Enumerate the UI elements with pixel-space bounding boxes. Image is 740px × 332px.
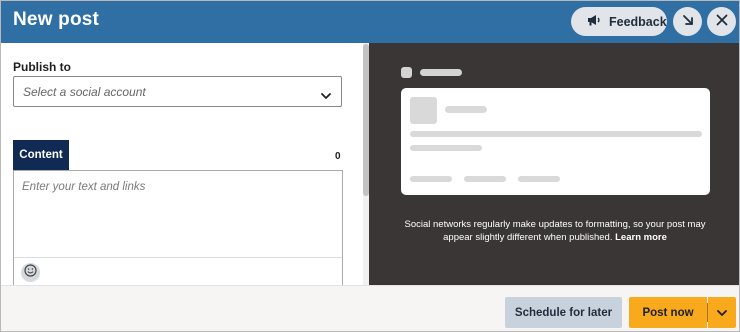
chevron-down-icon	[321, 87, 331, 105]
smiley-icon	[24, 263, 37, 282]
dialog-footer: Schedule for later Post now	[1, 285, 739, 331]
post-options-button[interactable]	[708, 297, 736, 328]
preview-card-line-placeholder	[410, 131, 702, 137]
social-account-select[interactable]: Select a social account	[13, 76, 342, 107]
content-placeholder: Enter your text and links	[22, 181, 146, 193]
arrow-down-right-icon	[682, 13, 694, 31]
preview-card-action-placeholder	[410, 176, 452, 182]
megaphone-icon	[587, 13, 601, 31]
new-post-dialog: New post Feedback Publish to Select a so…	[0, 0, 740, 332]
preview-card-action-placeholder	[518, 176, 560, 182]
feedback-button[interactable]: Feedback	[571, 7, 667, 36]
content-textarea[interactable]: Enter your text and links	[13, 170, 343, 290]
emoji-button[interactable]	[21, 263, 40, 282]
learn-more-link[interactable]: Learn more	[615, 232, 667, 243]
close-button[interactable]	[707, 7, 736, 36]
feedback-label: Feedback	[609, 14, 667, 29]
tab-content[interactable]: Content	[13, 140, 69, 170]
close-icon	[716, 13, 728, 31]
chevron-down-icon	[717, 304, 727, 322]
dialog-header: New post Feedback	[1, 1, 739, 43]
preview-disclaimer: Social networks regularly make updates t…	[399, 218, 711, 244]
preview-card-line-placeholder	[410, 145, 482, 151]
social-account-placeholder: Select a social account	[23, 85, 146, 99]
minimize-button[interactable]	[673, 7, 702, 36]
content-toolbar-divider	[14, 257, 342, 258]
compose-pane: Publish to Select a social account Conte…	[1, 43, 371, 290]
character-count: 0	[335, 151, 341, 162]
preview-card-image-placeholder	[410, 97, 437, 124]
preview-card-title-placeholder	[445, 106, 487, 113]
dialog-title: New post	[13, 9, 100, 30]
publish-to-label: Publish to	[13, 60, 71, 74]
preview-pane: Social networks regularly make updates t…	[369, 43, 739, 285]
preview-card-action-placeholder	[464, 176, 506, 182]
schedule-for-later-button[interactable]: Schedule for later	[505, 297, 622, 328]
preview-card	[401, 88, 710, 195]
preview-avatar-placeholder	[401, 67, 412, 78]
preview-name-placeholder	[420, 69, 462, 76]
post-now-button[interactable]: Post now	[629, 297, 707, 328]
